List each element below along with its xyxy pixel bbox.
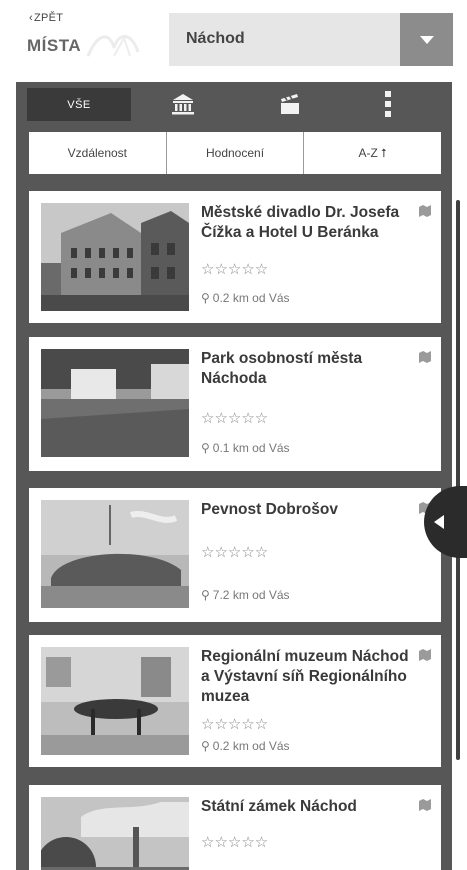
location-pin-icon: ⚲ <box>201 588 210 602</box>
list-item[interactable]: Pevnost Dobrošov ☆☆☆☆☆ ⚲ 7.2 km od Vás <box>29 488 441 622</box>
rating-stars: ☆☆☆☆☆ <box>201 716 269 733</box>
rating-stars: ☆☆☆☆☆ <box>201 544 269 561</box>
place-name: Městské divadlo Dr. Josefa Čížka a Hotel… <box>201 204 400 241</box>
place-distance: ⚲ 0.1 km od Vás <box>201 441 290 455</box>
chevron-left-icon: ‹ <box>29 12 33 24</box>
place-photo <box>41 797 189 870</box>
location-pin-icon: ⚲ <box>201 291 210 305</box>
list-item[interactable]: Městské divadlo Dr. Josefa Čížka a Hotel… <box>29 191 441 323</box>
sort-bar: Vzdálenost Hodnocení A-Z ⭡ <box>29 132 441 174</box>
place-distance: ⚲ 0.2 km od Vás <box>201 739 290 753</box>
more-menu-button[interactable] <box>376 90 400 118</box>
sort-az[interactable]: A-Z ⭡ <box>304 132 441 174</box>
place-photo <box>41 647 189 755</box>
city-select[interactable]: Náchod <box>169 13 453 66</box>
map-icon[interactable] <box>419 351 431 363</box>
place-distance: ⚲ 7.2 km od Vás <box>201 588 290 602</box>
tab-all[interactable]: VŠE <box>27 88 131 121</box>
place-photo <box>41 500 189 608</box>
sort-distance[interactable]: Vzdálenost <box>29 132 167 174</box>
map-icon[interactable] <box>419 799 431 811</box>
list-item[interactable]: Park osobností města Náchoda ☆☆☆☆☆ ⚲ 0.1 … <box>29 337 441 471</box>
app-header: ‹ZPĚT MÍSTA Náchod <box>0 0 467 82</box>
list-item[interactable]: Státní zámek Náchod ☆☆☆☆☆ <box>29 785 441 870</box>
back-button[interactable]: ‹ZPĚT <box>29 12 63 24</box>
city-select-dropdown-button[interactable] <box>400 13 453 66</box>
logo-watermark-icon <box>86 35 140 57</box>
more-vertical-icon <box>385 91 391 117</box>
location-pin-icon: ⚲ <box>201 739 210 753</box>
filter-museum[interactable] <box>168 90 198 118</box>
cinema-clapper-icon <box>281 94 299 114</box>
city-select-value: Náchod <box>186 30 245 47</box>
museum-icon <box>172 94 194 115</box>
place-name: Pevnost Dobrošov <box>201 501 338 518</box>
caret-left-icon <box>434 515 444 529</box>
places-panel: VŠE Vzdálenost Hodnocení A-Z ⭡ Městské d… <box>16 82 452 870</box>
place-name: Regionální muzeum Náchod a Výstavní síň … <box>201 648 409 705</box>
list-item[interactable]: Regionální muzeum Náchod a Výstavní síň … <box>29 635 441 767</box>
list-scrollbar[interactable] <box>456 200 460 760</box>
sort-rating[interactable]: Hodnocení <box>167 132 305 174</box>
location-pin-icon: ⚲ <box>201 441 210 455</box>
place-photo <box>41 203 189 311</box>
rating-stars: ☆☆☆☆☆ <box>201 261 269 278</box>
rating-stars: ☆☆☆☆☆ <box>201 834 269 851</box>
place-name: Park osobností města Náchoda <box>201 350 363 387</box>
place-name: Státní zámek Náchod <box>201 798 357 815</box>
map-icon[interactable] <box>419 649 431 661</box>
page-title: MÍSTA <box>27 36 82 55</box>
place-distance: ⚲ 0.2 km od Vás <box>201 291 290 305</box>
category-filter-bar: VŠE <box>16 82 452 126</box>
place-photo <box>41 349 189 457</box>
filter-cinema[interactable] <box>275 90 305 118</box>
back-label: ZPĚT <box>33 12 64 24</box>
map-icon[interactable] <box>419 205 431 217</box>
caret-down-icon <box>419 35 434 44</box>
rating-stars: ☆☆☆☆☆ <box>201 410 269 427</box>
